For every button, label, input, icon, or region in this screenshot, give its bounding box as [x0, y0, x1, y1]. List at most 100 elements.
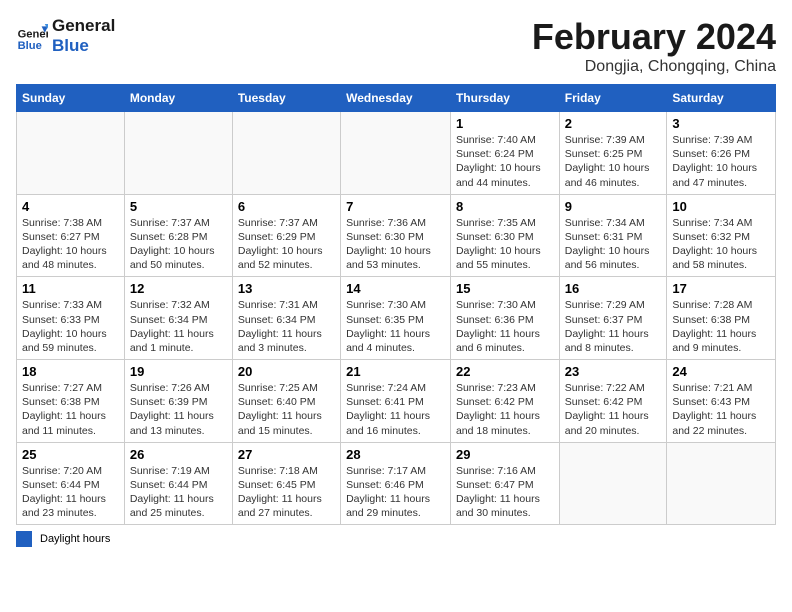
day-info: Sunrise: 7:28 AM Sunset: 6:38 PM Dayligh… — [672, 298, 770, 355]
calendar-cell: 1 Sunrise: 7:40 AM Sunset: 6:24 PM Daylig… — [450, 112, 559, 195]
calendar-cell: 3 Sunrise: 7:39 AM Sunset: 6:26 PM Daylig… — [667, 112, 776, 195]
calendar-table: SundayMondayTuesdayWednesdayThursdayFrid… — [16, 84, 776, 525]
logo-line1: General — [52, 16, 115, 36]
day-number: 18 — [22, 364, 119, 379]
month-title: February 2024 — [532, 16, 776, 58]
day-info: Sunrise: 7:40 AM Sunset: 6:24 PM Dayligh… — [456, 133, 554, 190]
day-info: Sunrise: 7:29 AM Sunset: 6:37 PM Dayligh… — [565, 298, 662, 355]
calendar-cell: 16 Sunrise: 7:29 AM Sunset: 6:37 PM Dayli… — [559, 277, 667, 360]
calendar-cell: 19 Sunrise: 7:26 AM Sunset: 6:39 PM Dayli… — [124, 360, 232, 443]
calendar-day-header: Tuesday — [232, 85, 340, 112]
calendar-cell: 21 Sunrise: 7:24 AM Sunset: 6:41 PM Dayli… — [341, 360, 451, 443]
day-number: 9 — [565, 199, 662, 214]
day-number: 6 — [238, 199, 335, 214]
calendar-week-row: 18 Sunrise: 7:27 AM Sunset: 6:38 PM Dayli… — [17, 360, 776, 443]
day-number: 17 — [672, 281, 770, 296]
calendar-day-header: Thursday — [450, 85, 559, 112]
day-info: Sunrise: 7:26 AM Sunset: 6:39 PM Dayligh… — [130, 381, 227, 438]
calendar-cell: 14 Sunrise: 7:30 AM Sunset: 6:35 PM Dayli… — [341, 277, 451, 360]
calendar-cell — [559, 442, 667, 525]
day-number: 2 — [565, 116, 662, 131]
day-number: 10 — [672, 199, 770, 214]
calendar-cell: 27 Sunrise: 7:18 AM Sunset: 6:45 PM Dayli… — [232, 442, 340, 525]
calendar-cell: 22 Sunrise: 7:23 AM Sunset: 6:42 PM Dayli… — [450, 360, 559, 443]
day-number: 22 — [456, 364, 554, 379]
day-number: 4 — [22, 199, 119, 214]
calendar-cell: 2 Sunrise: 7:39 AM Sunset: 6:25 PM Daylig… — [559, 112, 667, 195]
legend-label: Daylight hours — [40, 533, 110, 545]
day-number: 13 — [238, 281, 335, 296]
legend-color-box — [16, 531, 32, 547]
calendar-day-header: Monday — [124, 85, 232, 112]
day-info: Sunrise: 7:37 AM Sunset: 6:28 PM Dayligh… — [130, 216, 227, 273]
calendar-cell — [17, 112, 125, 195]
calendar-week-row: 25Sunrise: 7:20 AM Sunset: 6:44 PM Dayli… — [17, 442, 776, 525]
calendar-cell: 15Sunrise: 7:30 AM Sunset: 6:36 PM Dayli… — [450, 277, 559, 360]
day-number: 14 — [346, 281, 445, 296]
day-number: 7 — [346, 199, 445, 214]
day-info: Sunrise: 7:33 AM Sunset: 6:33 PM Dayligh… — [22, 298, 119, 355]
calendar-cell: 4 Sunrise: 7:38 AM Sunset: 6:27 PM Daylig… — [17, 194, 125, 277]
day-info: Sunrise: 7:32 AM Sunset: 6:34 PM Dayligh… — [130, 298, 227, 355]
day-info: Sunrise: 7:24 AM Sunset: 6:41 PM Dayligh… — [346, 381, 445, 438]
day-info: Sunrise: 7:17 AM Sunset: 6:46 PM Dayligh… — [346, 464, 445, 521]
calendar-cell: 5 Sunrise: 7:37 AM Sunset: 6:28 PM Daylig… — [124, 194, 232, 277]
day-info: Sunrise: 7:18 AM Sunset: 6:45 PM Dayligh… — [238, 464, 335, 521]
day-info: Sunrise: 7:38 AM Sunset: 6:27 PM Dayligh… — [22, 216, 119, 273]
logo-line2: Blue — [52, 36, 115, 56]
day-info: Sunrise: 7:39 AM Sunset: 6:25 PM Dayligh… — [565, 133, 662, 190]
calendar-cell: 10 Sunrise: 7:34 AM Sunset: 6:32 PM Dayli… — [667, 194, 776, 277]
day-info: Sunrise: 7:35 AM Sunset: 6:30 PM Dayligh… — [456, 216, 554, 273]
legend: Daylight hours — [16, 531, 776, 547]
day-info: Sunrise: 7:31 AM Sunset: 6:34 PM Dayligh… — [238, 298, 335, 355]
calendar-cell — [667, 442, 776, 525]
calendar-cell — [341, 112, 451, 195]
day-number: 1 — [456, 116, 554, 131]
calendar-cell: 25Sunrise: 7:20 AM Sunset: 6:44 PM Dayli… — [17, 442, 125, 525]
day-number: 19 — [130, 364, 227, 379]
day-info: Sunrise: 7:34 AM Sunset: 6:31 PM Dayligh… — [565, 216, 662, 273]
calendar-day-header: Saturday — [667, 85, 776, 112]
day-number: 28 — [346, 447, 445, 462]
logo-icon: General Blue — [16, 20, 48, 52]
day-info: Sunrise: 7:25 AM Sunset: 6:40 PM Dayligh… — [238, 381, 335, 438]
calendar-cell: 29Sunrise: 7:16 AM Sunset: 6:47 PM Dayli… — [450, 442, 559, 525]
calendar-cell: 8 Sunrise: 7:35 AM Sunset: 6:30 PM Daylig… — [450, 194, 559, 277]
calendar-cell — [232, 112, 340, 195]
day-info: Sunrise: 7:39 AM Sunset: 6:26 PM Dayligh… — [672, 133, 770, 190]
calendar-cell: 6 Sunrise: 7:37 AM Sunset: 6:29 PM Daylig… — [232, 194, 340, 277]
header: General Blue General Blue February 2024 … — [16, 16, 776, 76]
day-info: Sunrise: 7:23 AM Sunset: 6:42 PM Dayligh… — [456, 381, 554, 438]
day-number: 11 — [22, 281, 119, 296]
day-number: 16 — [565, 281, 662, 296]
day-info: Sunrise: 7:22 AM Sunset: 6:42 PM Dayligh… — [565, 381, 662, 438]
calendar-week-row: 11 Sunrise: 7:33 AM Sunset: 6:33 PM Dayli… — [17, 277, 776, 360]
day-number: 15 — [456, 281, 554, 296]
calendar-week-row: 1 Sunrise: 7:40 AM Sunset: 6:24 PM Daylig… — [17, 112, 776, 195]
day-info: Sunrise: 7:37 AM Sunset: 6:29 PM Dayligh… — [238, 216, 335, 273]
day-info: Sunrise: 7:27 AM Sunset: 6:38 PM Dayligh… — [22, 381, 119, 438]
day-number: 8 — [456, 199, 554, 214]
svg-text:General: General — [18, 29, 48, 41]
day-number: 27 — [238, 447, 335, 462]
day-number: 21 — [346, 364, 445, 379]
day-number: 5 — [130, 199, 227, 214]
day-info: Sunrise: 7:21 AM Sunset: 6:43 PM Dayligh… — [672, 381, 770, 438]
day-info: Sunrise: 7:30 AM Sunset: 6:35 PM Dayligh… — [346, 298, 445, 355]
calendar-cell: 17 Sunrise: 7:28 AM Sunset: 6:38 PM Dayli… — [667, 277, 776, 360]
day-info: Sunrise: 7:36 AM Sunset: 6:30 PM Dayligh… — [346, 216, 445, 273]
calendar-cell: 20Sunrise: 7:25 AM Sunset: 6:40 PM Dayli… — [232, 360, 340, 443]
day-info: Sunrise: 7:34 AM Sunset: 6:32 PM Dayligh… — [672, 216, 770, 273]
day-number: 23 — [565, 364, 662, 379]
day-number: 25 — [22, 447, 119, 462]
calendar-cell: 24 Sunrise: 7:21 AM Sunset: 6:43 PM Dayli… — [667, 360, 776, 443]
calendar-week-row: 4 Sunrise: 7:38 AM Sunset: 6:27 PM Daylig… — [17, 194, 776, 277]
calendar-day-header: Wednesday — [341, 85, 451, 112]
day-number: 3 — [672, 116, 770, 131]
calendar-day-header: Friday — [559, 85, 667, 112]
day-number: 26 — [130, 447, 227, 462]
day-number: 24 — [672, 364, 770, 379]
calendar-cell — [124, 112, 232, 195]
calendar-cell: 12Sunrise: 7:32 AM Sunset: 6:34 PM Dayli… — [124, 277, 232, 360]
calendar-cell: 11 Sunrise: 7:33 AM Sunset: 6:33 PM Dayli… — [17, 277, 125, 360]
